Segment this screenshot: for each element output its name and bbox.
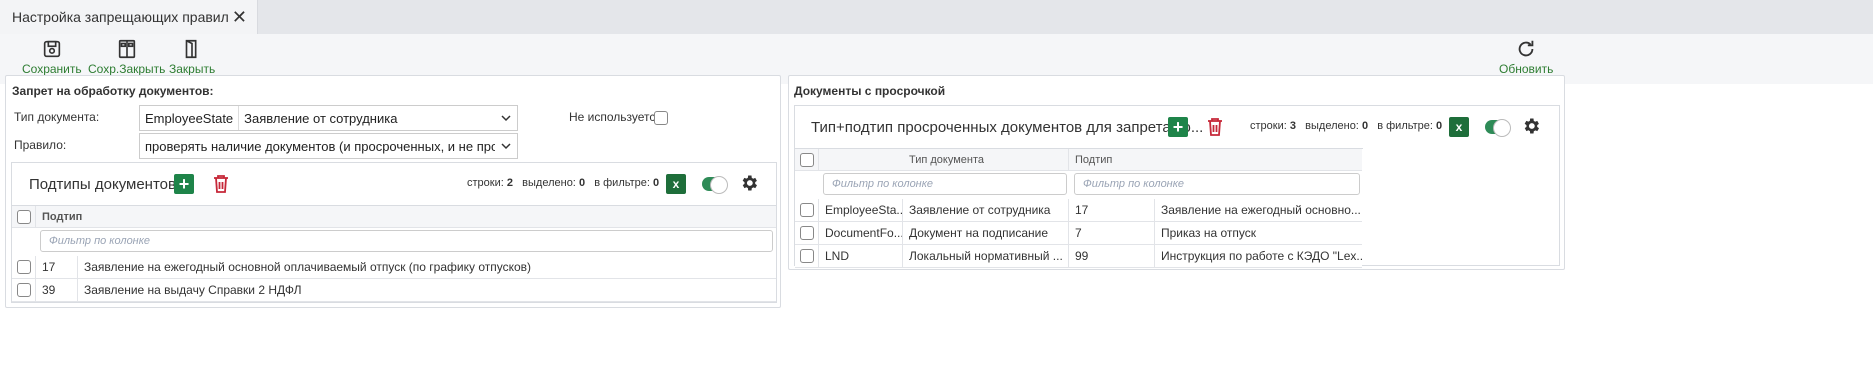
left-panel-title: Запрет на обработку документов: [12, 84, 214, 98]
not-used-label: Не используется [569, 110, 662, 124]
row-type-code: LND [819, 245, 903, 267]
trash-icon[interactable] [1206, 117, 1224, 137]
close-icon[interactable]: ✕ [232, 7, 247, 28]
row-checkbox[interactable] [16, 283, 31, 297]
filter-input[interactable]: Фильтр по колонке [40, 230, 773, 252]
table-row[interactable]: EmployeeSta... Заявление от сотрудника 1… [795, 199, 1362, 222]
rule-value: проверять наличие документов (и просроче… [145, 138, 495, 154]
tab-bar: Настройка запрещающих правил ✕ [0, 0, 1873, 34]
add-button[interactable]: + [1168, 117, 1188, 137]
grid-stats: строки: 2 выделено: 0 в фильтре: 0 [467, 177, 660, 189]
row-type-code: DocumentFo... [819, 222, 903, 244]
row-name: Заявление на выдачу Справки 2 НДФЛ [84, 283, 302, 297]
row-code: 17 [36, 256, 78, 278]
table-header: Подтип [12, 206, 776, 228]
row-sub-name: Инструкция по работе с КЭДО "Lex... [1161, 249, 1362, 263]
close-button[interactable]: Закрыть [169, 38, 215, 76]
trash-icon[interactable] [212, 174, 230, 194]
row-name: Заявление на ежегодный основной оплачива… [84, 260, 532, 274]
save-close-button[interactable]: Сохр.Закрыть [88, 38, 165, 76]
row-type-name: Документ на подписание [903, 222, 1069, 244]
doc-type-label: Тип документа: [14, 110, 100, 124]
row-code: 39 [36, 279, 78, 301]
right-panel-title: Документы с просрочкой [794, 84, 946, 98]
save-button[interactable]: Сохранить [22, 38, 82, 76]
grid-stats: строки: 3 выделено: 0 в фильтре: 0 [1250, 120, 1443, 132]
refresh-icon [1518, 40, 1534, 57]
gear-icon[interactable] [1521, 116, 1541, 136]
overdue-grid-title: Тип+подтип просроченных документов для з… [811, 119, 1204, 136]
table-row[interactable]: 17 Заявление на ежегодный основной оплач… [12, 256, 776, 279]
table-header: Тип документа Подтип [795, 149, 1362, 171]
subtypes-grid-title: Подтипы документов [29, 176, 176, 193]
toggle-switch[interactable] [1485, 119, 1511, 137]
save-label: Сохранить [22, 62, 82, 76]
add-button[interactable]: + [174, 174, 194, 194]
refresh-label: Обновить [1499, 62, 1554, 76]
close-label: Закрыть [169, 62, 216, 76]
refresh-button[interactable]: Обновить [1499, 38, 1553, 76]
col-subtype[interactable]: Подтип [36, 206, 776, 227]
row-checkbox[interactable] [799, 203, 814, 217]
row-checkbox[interactable] [16, 260, 31, 274]
doc-type-value: Заявление от сотрудника [244, 110, 398, 126]
tab-settings[interactable]: Настройка запрещающих правил ✕ [0, 0, 258, 34]
overdue-table: Тип документа Подтип Фильтр по колонке Ф… [795, 148, 1363, 268]
not-used-checkbox[interactable] [654, 111, 668, 125]
chevron-down-icon [495, 111, 517, 125]
tab-title: Настройка запрещающих правил [12, 9, 229, 25]
rule-select[interactable]: проверять наличие документов (и просроче… [139, 133, 518, 159]
select-all-checkbox[interactable] [799, 152, 814, 167]
row-type-name: Заявление от сотрудника [903, 199, 1069, 221]
doc-type-code: EmployeeState [140, 106, 240, 130]
gear-icon[interactable] [739, 173, 759, 193]
filter-input-doc-type[interactable]: Фильтр по колонке [823, 173, 1067, 195]
row-type-name: Локальный нормативный ... [903, 245, 1069, 267]
filter-input-subtype[interactable]: Фильтр по колонке [1074, 173, 1360, 195]
select-all-checkbox[interactable] [16, 209, 31, 224]
row-sub-code: 7 [1069, 222, 1155, 244]
save-icon [43, 40, 60, 58]
row-checkbox[interactable] [799, 249, 814, 263]
row-type-code: EmployeeSta... [819, 199, 903, 221]
save-close-label: Сохр.Закрыть [88, 62, 166, 76]
rule-label: Правило: [14, 138, 67, 152]
door-icon [185, 39, 197, 59]
table-row[interactable]: LND Локальный нормативный ... 99 Инструк… [795, 245, 1362, 268]
row-sub-code: 99 [1069, 245, 1155, 267]
row-checkbox[interactable] [799, 226, 814, 240]
chevron-down-icon [495, 139, 517, 153]
row-sub-code: 17 [1069, 199, 1155, 221]
row-sub-name: Приказ на отпуск [1161, 226, 1257, 240]
table-row[interactable]: 39 Заявление на выдачу Справки 2 НДФЛ [12, 279, 776, 302]
row-sub-name: Заявление на ежегодный основно... [1161, 203, 1361, 217]
excel-export-button[interactable]: x [1449, 117, 1469, 137]
table-row[interactable]: DocumentFo... Документ на подписание 7 П… [795, 222, 1362, 245]
col-subtype[interactable]: Подтип [1069, 149, 1362, 170]
toggle-switch[interactable] [702, 176, 728, 194]
subtypes-table: Подтип Фильтр по колонке 17 Заявление на… [12, 205, 776, 302]
save-close-icon [118, 39, 135, 59]
doc-type-select[interactable]: EmployeeState Заявление от сотрудника [139, 105, 518, 131]
excel-export-button[interactable]: x [666, 174, 686, 194]
col-doc-type[interactable]: Тип документа [819, 149, 1069, 170]
